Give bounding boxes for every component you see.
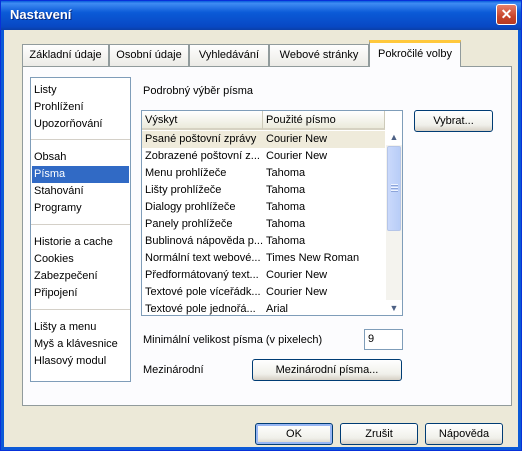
table-row[interactable]: Psané poštovní zprávy Courier New bbox=[142, 131, 385, 148]
cell-occurrence: Bublinová nápověda p... bbox=[145, 235, 263, 247]
grip-line bbox=[391, 187, 398, 189]
min-font-size-label: Minimální velikost písma (v pixelech) bbox=[143, 334, 323, 346]
chevron-down-icon[interactable]: ▼ bbox=[386, 300, 402, 315]
grip-line bbox=[391, 184, 398, 186]
sidebar-item-programs[interactable]: Programy bbox=[32, 200, 129, 217]
cell-occurrence: Lišty prohlížeče bbox=[145, 184, 222, 196]
cell-font: Tahoma bbox=[266, 235, 306, 247]
sidebar-item-history-cache[interactable]: Historie a cache bbox=[32, 234, 129, 251]
cell-font: Tahoma bbox=[266, 201, 306, 213]
vertical-scrollbar[interactable]: ▲ ▼ bbox=[386, 129, 402, 315]
cell-occurrence: Předformátovaný text... bbox=[145, 269, 259, 281]
cell-font: Courier New bbox=[266, 269, 328, 281]
tab-personal-info[interactable]: Osobní údaje bbox=[109, 44, 189, 66]
list-divider bbox=[31, 224, 130, 225]
cell-occurrence: Normální text webové... bbox=[145, 252, 261, 264]
cell-occurrence: Zobrazené poštovní z... bbox=[145, 150, 260, 162]
cell-font: Courier New bbox=[266, 133, 328, 145]
sidebar-item-mouse-keyboard[interactable]: Myš a klávesnice bbox=[32, 336, 129, 353]
cell-font: Arial bbox=[266, 303, 289, 315]
cell-occurrence: Dialogy prohlížeče bbox=[145, 201, 236, 213]
cancel-button[interactable]: Zrušit bbox=[340, 423, 418, 445]
table-row[interactable]: Dialogy prohlížeče Tahoma bbox=[142, 199, 385, 216]
title-bar[interactable]: Nastavení ✕ bbox=[1, 1, 521, 30]
cell-font: Tahoma bbox=[266, 167, 306, 179]
window-title: Nastavení bbox=[10, 7, 72, 22]
scrollbar-thumb[interactable] bbox=[387, 146, 401, 231]
international-fonts-button[interactable]: Mezinárodní písma... bbox=[252, 359, 402, 381]
cell-font: Tahoma bbox=[266, 218, 306, 230]
cell-font: Times New Roman bbox=[266, 252, 360, 264]
table-row[interactable]: Menu prohlížeče Tahoma bbox=[142, 165, 385, 182]
sidebar-item-toolbars-menu[interactable]: Lišty a menu bbox=[32, 319, 129, 336]
table-row[interactable]: Panely prohlížeče Tahoma bbox=[142, 216, 385, 233]
sidebar-item-voice-module[interactable]: Hlasový modul bbox=[32, 353, 129, 370]
column-header-font[interactable]: Použité písmo bbox=[263, 111, 385, 130]
table-row[interactable]: Předformátovaný text... Courier New bbox=[142, 267, 385, 284]
sidebar-item-connection[interactable]: Připojení bbox=[32, 285, 129, 302]
cell-font: Courier New bbox=[266, 286, 328, 298]
table-row[interactable]: Zobrazené poštovní z... Courier New bbox=[142, 148, 385, 165]
sidebar-item-fonts[interactable]: Písma bbox=[32, 166, 129, 183]
close-icon[interactable]: ✕ bbox=[496, 4, 517, 25]
sidebar-item-notifications[interactable]: Upozorňování bbox=[32, 116, 129, 133]
cell-occurrence: Menu prohlížeče bbox=[145, 167, 227, 179]
sidebar-item-cookies[interactable]: Cookies bbox=[32, 251, 129, 268]
table-row[interactable]: Normální text webové... Times New Roman bbox=[142, 250, 385, 267]
cell-font: Tahoma bbox=[266, 184, 306, 196]
cell-occurrence: Textové pole víceřádk... bbox=[145, 286, 261, 298]
select-font-button[interactable]: Vybrat... bbox=[414, 110, 493, 132]
tab-advanced-options[interactable]: Pokročilé volby bbox=[369, 40, 461, 67]
table-row[interactable]: Textové pole jednořá... Arial bbox=[142, 301, 385, 315]
cell-occurrence: Psané poštovní zprávy bbox=[145, 133, 257, 145]
sidebar-item-security[interactable]: Zabezpečení bbox=[32, 268, 129, 285]
cell-font: Courier New bbox=[266, 150, 328, 162]
table-row[interactable]: Bublinová nápověda p... Tahoma bbox=[142, 233, 385, 250]
tab-search[interactable]: Vyhledávání bbox=[189, 44, 269, 66]
sidebar-item-browsing[interactable]: Prohlížení bbox=[32, 99, 129, 116]
font-table[interactable]: Výskyt Použité písmo Psané poštovní zprá… bbox=[141, 110, 403, 316]
min-font-size-input[interactable]: 9 bbox=[364, 329, 403, 350]
tab-web-pages[interactable]: Webové stránky bbox=[269, 44, 369, 66]
international-label: Mezinárodní bbox=[143, 364, 204, 376]
category-list[interactable]: Listy Prohlížení Upozorňování Obsah Písm… bbox=[30, 77, 131, 382]
grip-line bbox=[391, 190, 398, 192]
sidebar-item-content[interactable]: Obsah bbox=[32, 149, 129, 166]
section-heading: Podrobný výběr písma bbox=[143, 85, 254, 97]
sidebar-item-tabs[interactable]: Listy bbox=[32, 82, 129, 99]
tab-basic-info[interactable]: Základní údaje bbox=[22, 44, 109, 66]
list-divider bbox=[31, 309, 130, 310]
table-row[interactable]: Lišty prohlížeče Tahoma bbox=[142, 182, 385, 199]
list-divider bbox=[31, 139, 130, 140]
cell-occurrence: Panely prohlížeče bbox=[145, 218, 233, 230]
ok-button[interactable]: OK bbox=[255, 423, 333, 445]
column-header-occurrence[interactable]: Výskyt bbox=[142, 111, 263, 130]
table-row[interactable]: Textové pole víceřádk... Courier New bbox=[142, 284, 385, 301]
chevron-up-icon[interactable]: ▲ bbox=[386, 129, 402, 145]
sidebar-item-downloads[interactable]: Stahování bbox=[32, 183, 129, 200]
cell-occurrence: Textové pole jednořá... bbox=[145, 303, 256, 315]
help-button[interactable]: Nápověda bbox=[425, 423, 503, 445]
